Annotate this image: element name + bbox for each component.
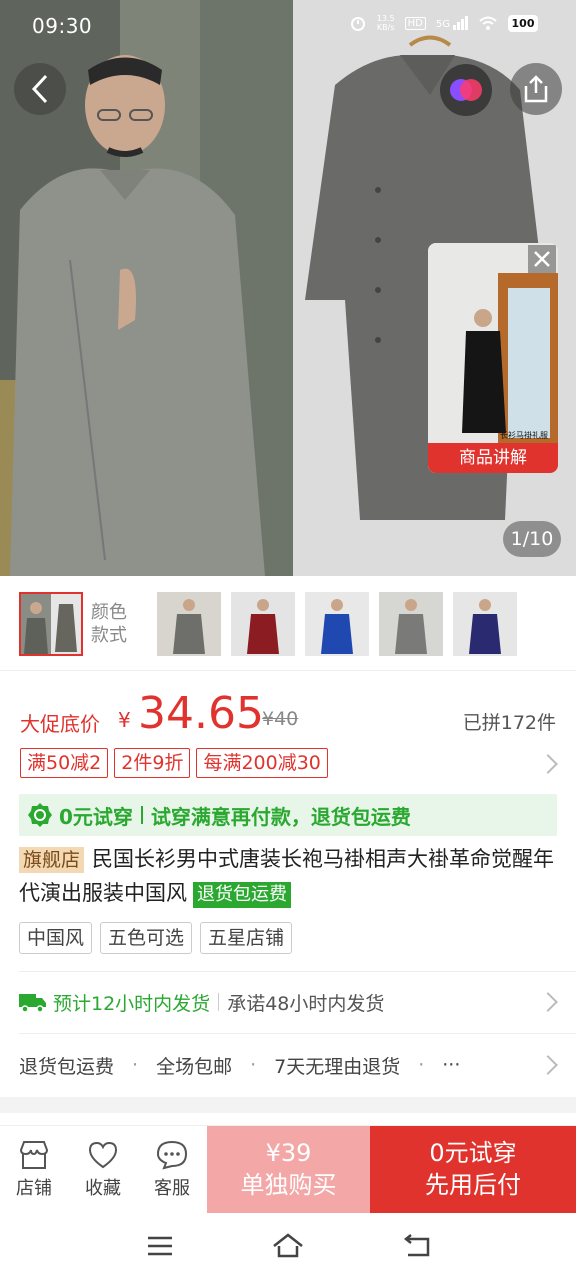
buy-alone-button[interactable]: ¥39 单独购买 <box>207 1126 370 1214</box>
shipping-promise: 承诺48小时内发货 <box>227 992 385 1015</box>
chevron-left-icon <box>31 74 48 104</box>
product-gallery[interactable]: 09:30 13.5 KB/s HD 5G 100 长衫马褂礼服 商品讲解 1/… <box>0 0 576 576</box>
network-speed: 13.5 KB/s <box>376 14 395 32</box>
battery-icon: 100 <box>508 14 538 32</box>
shipping-separator <box>218 993 220 1011</box>
close-icon <box>534 251 550 267</box>
section-gap <box>0 1097 576 1113</box>
product-tag: 五色可选 <box>100 922 193 954</box>
shipping-row[interactable]: 预计12小时内发货 承诺48小时内发货 <box>19 985 559 1019</box>
trial-label: 0元试穿 <box>59 804 133 829</box>
status-bar: 09:30 13.5 KB/s HD 5G 100 <box>0 0 576 54</box>
product-tag: 中国风 <box>19 922 93 954</box>
status-time: 09:30 <box>32 14 93 38</box>
divider <box>19 1033 576 1034</box>
coupon-tag[interactable]: 每满200减30 <box>196 748 328 778</box>
close-video-button[interactable] <box>528 245 556 273</box>
chat-icon <box>156 1140 188 1170</box>
home-icon[interactable] <box>272 1232 304 1258</box>
live-logo-icon <box>450 79 482 101</box>
back-nav-icon[interactable] <box>402 1234 432 1258</box>
video-caption: 长衫马褂礼服 <box>500 431 548 440</box>
customer-service-button[interactable]: 客服 <box>142 1140 202 1200</box>
heart-icon <box>88 1141 118 1169</box>
price-currency: ¥ <box>118 708 131 732</box>
store-button[interactable]: 店铺 <box>4 1140 64 1200</box>
product-tags: 中国风 五色可选 五星店铺 <box>19 922 293 954</box>
trial-buy-line2: 先用后付 <box>425 1171 521 1199</box>
variant-thumb[interactable] <box>157 592 221 656</box>
price-row: 大促底价 ¥ 34.65 ¥40 已拼172件 <box>20 688 560 748</box>
video-explanation-window[interactable]: 长衫马褂礼服 商品讲解 <box>428 243 558 473</box>
trial-buy-line1: 0元试穿 <box>429 1139 517 1167</box>
chevron-right-icon[interactable] <box>538 754 558 774</box>
divider <box>19 971 576 972</box>
favorite-button[interactable]: 收藏 <box>73 1140 133 1200</box>
service-item: 全场包邮 <box>156 1055 233 1078</box>
image-counter: 1/10 <box>503 521 561 557</box>
shipping-estimate: 预计12小时内发货 <box>53 992 211 1015</box>
buy-alone-price: ¥39 <box>265 1139 312 1167</box>
service-dot: · <box>250 1054 257 1076</box>
coupon-tag[interactable]: 2件9折 <box>114 748 191 778</box>
bottom-action-bar: 店铺 收藏 客服 ¥39 单独购买 0元试穿 先用后付 <box>0 1125 576 1214</box>
product-page: 09:30 13.5 KB/s HD 5G 100 长衫马褂礼服 商品讲解 1/… <box>0 0 576 1280</box>
trial-separator <box>140 806 143 824</box>
flagship-badge: 旗舰店 <box>19 847 85 873</box>
alarm-icon <box>350 17 365 31</box>
trial-badge-icon <box>28 803 52 827</box>
customer-service-label: 客服 <box>154 1178 190 1199</box>
variant-thumb-list[interactable] <box>147 592 517 656</box>
variant-selector[interactable]: 颜色 款式 <box>0 584 576 664</box>
video-label[interactable]: 商品讲解 <box>428 443 558 473</box>
store-label: 店铺 <box>16 1178 52 1199</box>
signal-icon: 5G <box>436 16 468 30</box>
service-dot: · <box>418 1054 425 1076</box>
hd-icon: HD <box>404 16 426 30</box>
variant-thumb[interactable] <box>453 592 517 656</box>
menu-icon[interactable] <box>146 1235 174 1257</box>
live-button[interactable] <box>440 64 492 116</box>
status-icons: 13.5 KB/s HD 5G 100 <box>349 14 538 32</box>
store-icon <box>19 1141 49 1169</box>
variant-thumb-image <box>231 592 295 656</box>
sold-count: 已拼172件 <box>462 712 556 734</box>
trial-text: 试穿满意再付款，退货包运费 <box>150 804 411 829</box>
variant-thumb[interactable] <box>231 592 295 656</box>
product-title: 旗舰店 民国长衫男中式唐装长袍马褂相声大褂革命觉醒年代演出服装中国风 退货包运费 <box>19 842 559 910</box>
variant-thumb[interactable] <box>379 592 443 656</box>
divider <box>0 670 576 671</box>
variant-thumb-selected[interactable] <box>19 592 83 656</box>
service-dot: · <box>132 1054 139 1076</box>
service-more: ··· <box>442 1054 461 1076</box>
buy-alone-label: 单独购买 <box>240 1171 337 1199</box>
variant-thumb[interactable] <box>305 592 369 656</box>
trial-banner[interactable]: 0元试穿 试穿满意再付款，退货包运费 <box>19 794 557 836</box>
price-value: 34.65 <box>138 688 264 739</box>
coupon-tag[interactable]: 满50减2 <box>20 748 109 778</box>
product-tag: 五星店铺 <box>200 922 293 954</box>
variant-thumb-image <box>157 592 221 656</box>
service-row[interactable]: 退货包运费 · 全场包邮 · 7天无理由退货 · ··· <box>19 1048 559 1082</box>
variant-thumb-image <box>379 592 443 656</box>
system-nav-bar <box>0 1213 576 1280</box>
favorite-label: 收藏 <box>85 1178 121 1199</box>
variant-thumb-image <box>21 594 81 654</box>
price-prefix: 大促底价 <box>20 712 100 736</box>
back-button[interactable] <box>14 63 66 115</box>
variant-label: 颜色 款式 <box>91 602 127 646</box>
service-item: 退货包运费 <box>19 1055 115 1078</box>
truck-icon <box>19 994 46 1012</box>
variant-thumb-image <box>305 592 369 656</box>
trial-buy-button[interactable]: 0元试穿 先用后付 <box>370 1126 576 1214</box>
wifi-icon <box>479 16 497 30</box>
variant-thumb-image <box>453 592 517 656</box>
return-shipping-badge: 退货包运费 <box>193 882 291 908</box>
coupon-list[interactable]: 满50减2 2件9折 每满200减30 <box>20 748 328 778</box>
share-icon <box>524 75 548 103</box>
service-item: 7天无理由退货 <box>274 1055 401 1078</box>
share-button[interactable] <box>510 63 562 115</box>
original-price: ¥40 <box>262 708 299 730</box>
